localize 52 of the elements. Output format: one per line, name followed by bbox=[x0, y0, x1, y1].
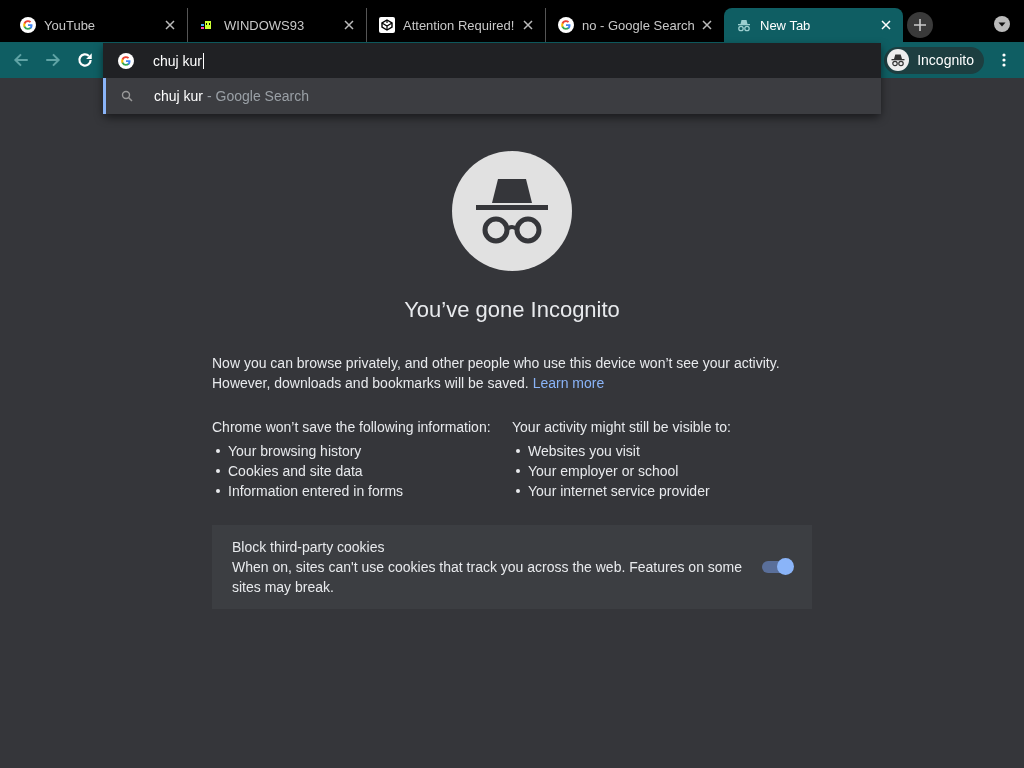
reload-icon[interactable] bbox=[76, 51, 94, 69]
browser-tab[interactable]: YouTube bbox=[8, 8, 187, 42]
google-icon bbox=[20, 17, 36, 33]
list-item: Websites you visit bbox=[528, 442, 640, 461]
tab-title: YouTube bbox=[44, 17, 97, 33]
google-icon bbox=[118, 52, 134, 69]
toggle-switch[interactable] bbox=[762, 561, 792, 573]
incognito-icon bbox=[887, 49, 910, 71]
suggestion-query: chuj kur bbox=[154, 88, 204, 104]
page-heading: You’ve gone Incognito bbox=[404, 297, 620, 323]
address-field[interactable]: chuj kur bbox=[103, 43, 881, 78]
address-text: chuj kur bbox=[153, 52, 205, 69]
column-heading: Chrome won’t save the following information: bbox=[212, 418, 492, 437]
list-item: Cookies and site data bbox=[228, 462, 363, 481]
suggestion-source: - Google Search bbox=[207, 88, 309, 104]
cookies-description: When on, sites can't use cookies that track you across the web. Features on some sites may break. bbox=[232, 558, 744, 597]
close-icon[interactable] bbox=[523, 20, 533, 30]
cube-icon bbox=[379, 17, 395, 33]
close-icon[interactable] bbox=[165, 20, 175, 30]
back-icon[interactable] bbox=[12, 51, 30, 69]
bullet-icon bbox=[216, 489, 220, 493]
tab-title: Attention Required! bbox=[403, 17, 515, 33]
tab-title: WINDOWS93 bbox=[224, 17, 306, 33]
google-icon bbox=[558, 17, 574, 33]
list-item: Your browsing history bbox=[228, 442, 362, 461]
column-heading: Your activity might still be visible to: bbox=[512, 418, 732, 437]
list-item: Your internet service provider bbox=[528, 482, 710, 501]
bullet-icon bbox=[516, 489, 520, 493]
browser-tab[interactable]: New Tab bbox=[724, 8, 903, 42]
intro-paragraph: Now you can browse privately, and other people who use this device won’t see your activity. However, downloads and bookmarks will be saved. Learn more bbox=[212, 354, 781, 393]
cookies-title: Block third-party cookies bbox=[232, 538, 386, 557]
forward-icon[interactable] bbox=[44, 51, 62, 69]
close-icon[interactable] bbox=[344, 20, 354, 30]
learn-more-link[interactable]: Learn more bbox=[532, 375, 605, 391]
incognito-icon bbox=[452, 151, 572, 271]
plus-icon bbox=[912, 17, 928, 33]
list-item: Information entered in forms bbox=[228, 482, 404, 501]
bullet-icon bbox=[216, 449, 220, 453]
search-icon bbox=[121, 90, 133, 102]
bullet-icon bbox=[516, 469, 520, 473]
tab-title: New Tab bbox=[760, 17, 812, 33]
tab-title: no - Google Search bbox=[582, 17, 694, 33]
close-icon[interactable] bbox=[702, 20, 712, 30]
dropdown-icon[interactable] bbox=[994, 16, 1010, 32]
menu-icon[interactable] bbox=[1002, 52, 1006, 68]
new-tab-button[interactable] bbox=[907, 12, 933, 38]
bullet-icon bbox=[216, 469, 220, 473]
bullet-icon bbox=[516, 449, 520, 453]
list-item: Your employer or school bbox=[528, 462, 679, 481]
suggestion-item[interactable]: chuj kur - Google Search bbox=[103, 78, 881, 114]
incognito-icon bbox=[736, 17, 752, 33]
incognito-profile-button[interactable]: Incognito bbox=[884, 46, 984, 74]
